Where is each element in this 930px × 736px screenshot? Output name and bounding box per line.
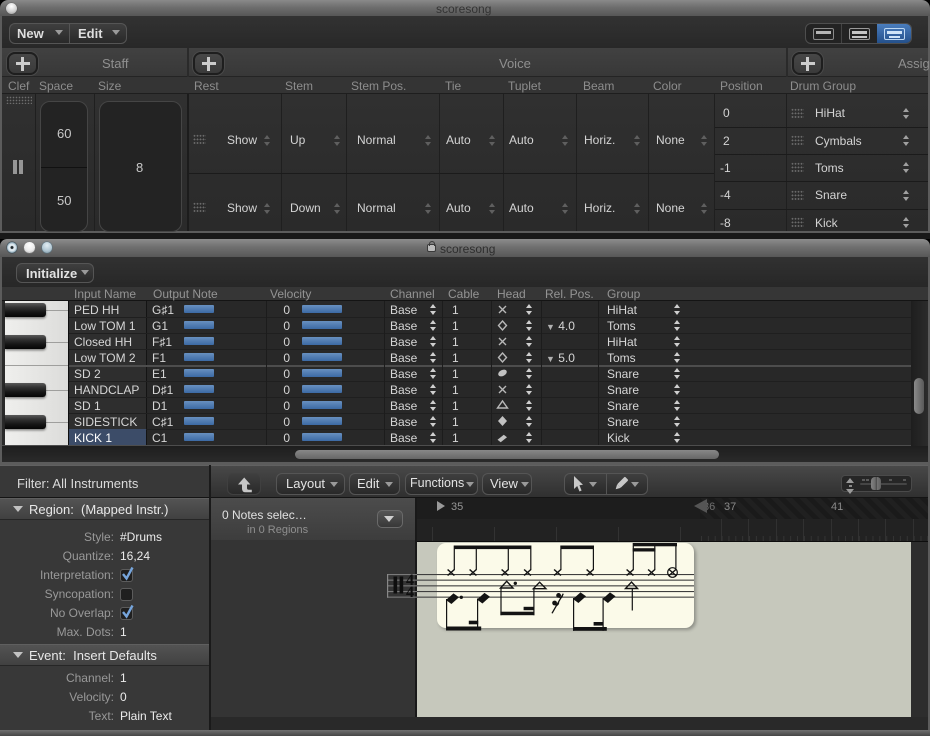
svg-text:4: 4 (406, 584, 414, 601)
